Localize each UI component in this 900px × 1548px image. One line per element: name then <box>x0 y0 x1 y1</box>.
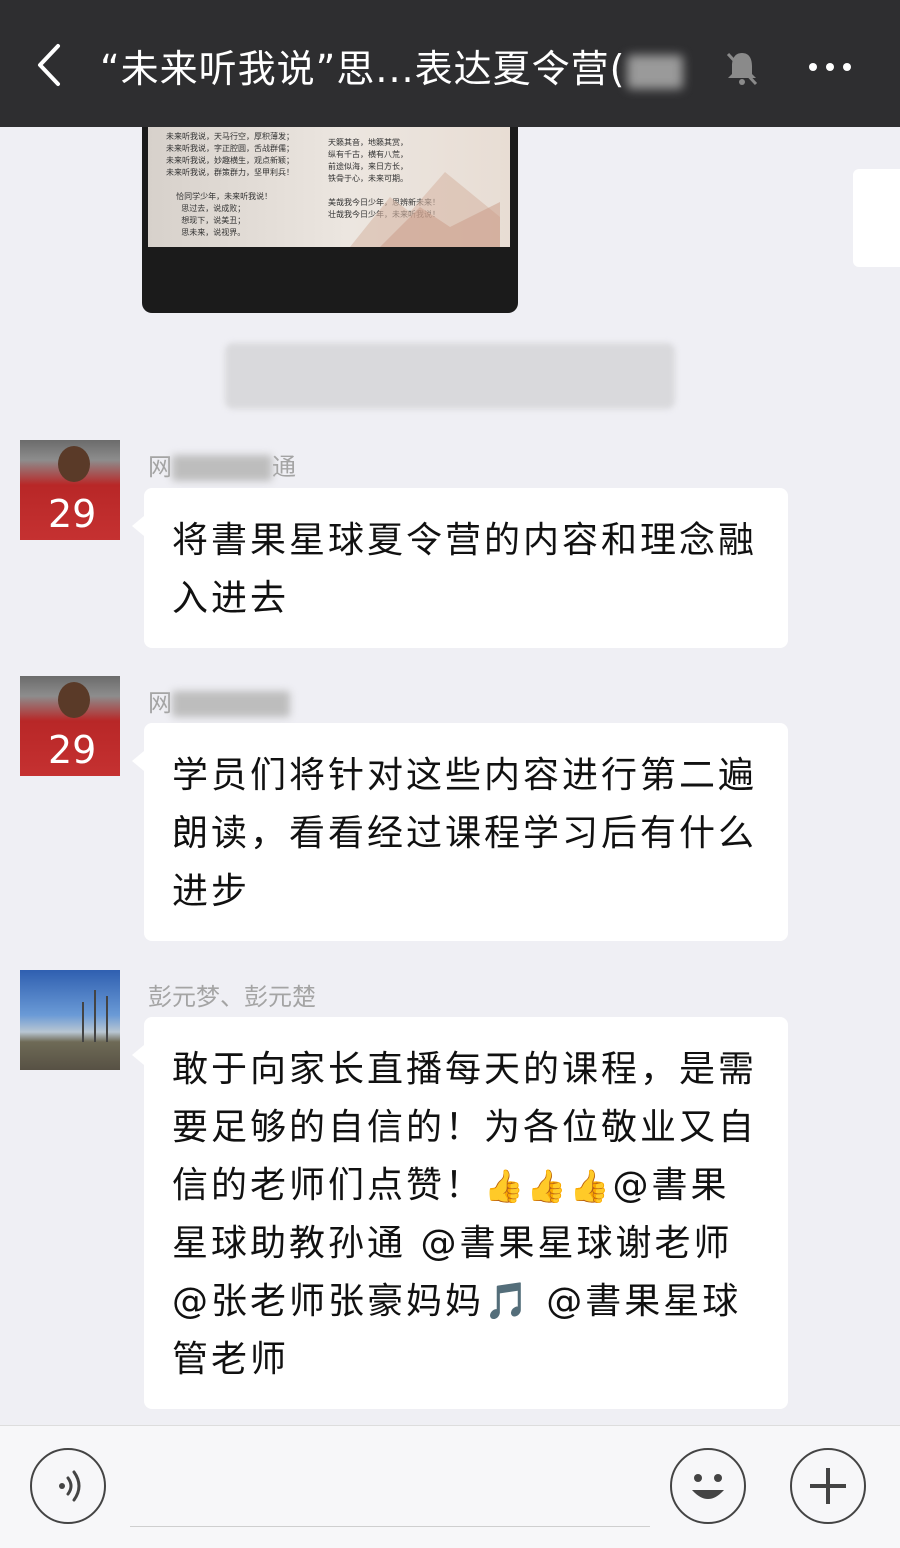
projected-slide: 未来听我说，天马行空，厚积薄发； 未来听我说，字正腔圆，舌战群儒； 未来听我说，… <box>148 127 510 247</box>
chat-header: “未来听我说”思...表达夏令营( <box>0 0 900 127</box>
avatar[interactable]: 29 <box>20 676 120 776</box>
voice-button[interactable] <box>30 1448 106 1524</box>
more-dots-icon[interactable] <box>805 52 855 82</box>
side-card <box>853 169 900 267</box>
avatar[interactable] <box>20 970 120 1070</box>
bell-mute-icon <box>726 52 758 86</box>
message-bubble[interactable]: 将書果星球夏令营的内容和理念融入进去 <box>132 488 788 648</box>
mountain-illustration <box>350 172 500 247</box>
emoji-icon <box>692 1474 724 1499</box>
message-bubble[interactable]: 敢于向家长直播每天的课程，是需要足够的自信的！为各位敬业又自信的老师们点赞！👍👍… <box>132 1017 788 1409</box>
slide-poem-left: 未来听我说，天马行空，厚积薄发； 未来听我说，字正腔圆，舌战群儒； 未来听我说，… <box>166 132 294 237</box>
music-note-emoji: 🎵 <box>484 1281 532 1322</box>
voice-icon <box>59 1470 81 1502</box>
chevron-left-icon[interactable] <box>30 40 70 90</box>
plus-icon <box>810 1468 846 1504</box>
message-input[interactable] <box>130 1526 650 1527</box>
thumbs-up-emoji: 👍👍👍 <box>484 1167 613 1205</box>
sender-name: 彭元梦、彭元楚 <box>148 983 316 1011</box>
sender-name: 网通 <box>148 453 296 481</box>
image-message[interactable]: 未来听我说，天马行空，厚积薄发； 未来听我说，字正腔圆，舌战群儒； 未来听我说，… <box>142 127 518 313</box>
sender-redacted <box>172 455 272 481</box>
chat-title-text: “未来听我说”思...表达夏令营( <box>100 47 626 91</box>
avatar[interactable]: 29 <box>20 440 120 540</box>
sender-name: 网 <box>148 683 290 718</box>
title-redacted <box>627 54 684 89</box>
emoji-button[interactable] <box>670 1448 746 1524</box>
chat-title: “未来听我说”思...表达夏令营( <box>100 38 684 93</box>
chat-area[interactable]: 未来听我说，天马行空，厚积薄发； 未来听我说，字正腔圆，舌战群儒； 未来听我说，… <box>0 127 900 1425</box>
system-notice-redacted <box>225 343 675 409</box>
sender-redacted <box>172 691 290 717</box>
plus-button[interactable] <box>790 1448 866 1524</box>
input-bar <box>0 1425 900 1548</box>
message-bubble[interactable]: 学员们将针对这些内容进行第二遍朗读，看看经过课程学习后有什么进步 <box>132 723 788 941</box>
